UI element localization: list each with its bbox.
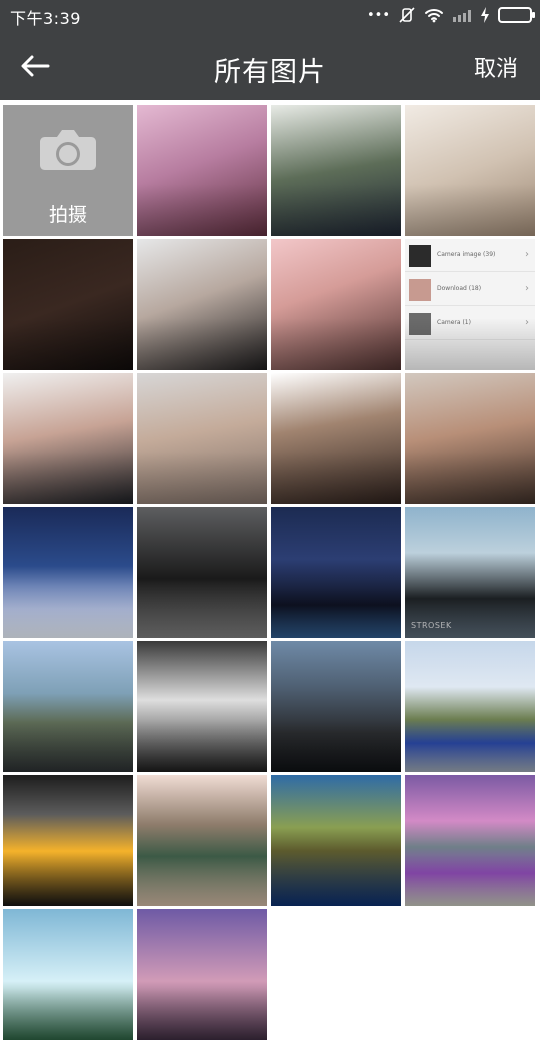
photo-tile[interactable] — [137, 641, 267, 772]
more-dots-icon: ••• — [366, 7, 390, 23]
photo-tile[interactable] — [405, 775, 535, 906]
screenshot-folder-row: Camera image (39) › — [405, 241, 535, 272]
photo-tile[interactable] — [271, 239, 401, 370]
screenshot-folder-thumbnail — [409, 245, 431, 267]
chevron-right-icon: › — [525, 249, 529, 260]
camera-capture-tile[interactable]: 拍摄 — [3, 105, 133, 236]
photo-tile[interactable] — [137, 507, 267, 638]
photo-tile[interactable] — [137, 373, 267, 504]
screenshot-folder-row: Camera (1) › — [405, 309, 535, 340]
status-bar: 下午3:39 ••• — [0, 0, 540, 30]
photo-tile[interactable]: STROSEK — [405, 507, 535, 638]
photo-tile[interactable] — [3, 909, 133, 1040]
screenshot-folder-row: Download (18) › — [405, 275, 535, 306]
page-title: 所有图片 — [214, 57, 326, 88]
image-grid: 拍摄 Camera image (39) › Download (18) › C… — [3, 105, 537, 1040]
chevron-right-icon: › — [525, 317, 529, 328]
chevron-right-icon: › — [525, 283, 529, 294]
photo-tile[interactable] — [3, 775, 133, 906]
battery-icon — [498, 7, 535, 23]
photo-tile[interactable] — [3, 641, 133, 772]
photo-tile[interactable] — [405, 105, 535, 236]
signal-icon — [452, 7, 472, 23]
status-time: 下午3:39 — [10, 9, 81, 28]
photo-tile[interactable] — [3, 373, 133, 504]
wifi-icon — [424, 7, 444, 23]
camera-icon — [40, 130, 96, 170]
photo-tile[interactable] — [271, 641, 401, 772]
photo-tile-screenshot[interactable]: Camera image (39) › Download (18) › Came… — [405, 239, 535, 370]
photo-tile[interactable] — [271, 373, 401, 504]
screenshot-folder-thumbnail — [409, 279, 431, 301]
screenshot-folder-label: Camera (1) — [437, 319, 471, 326]
top-nav-bar: 所有图片 取消 — [0, 30, 540, 100]
photo-tile[interactable] — [137, 775, 267, 906]
photo-tile[interactable] — [271, 775, 401, 906]
photo-tile[interactable] — [137, 105, 267, 236]
photo-tile[interactable] — [137, 909, 267, 1040]
photo-tile[interactable] — [405, 641, 535, 772]
photo-tile[interactable] — [3, 507, 133, 638]
screenshot-folder-label: Download (18) — [437, 285, 482, 292]
screenshot-folder-thumbnail — [409, 313, 431, 335]
screenshot-folder-label: Camera image (39) — [437, 251, 496, 258]
photo-tile[interactable] — [271, 105, 401, 236]
car-plate-text: STROSEK — [411, 621, 452, 630]
photo-tile[interactable] — [405, 373, 535, 504]
photo-tile[interactable] — [271, 507, 401, 638]
camera-capture-label: 拍摄 — [48, 204, 87, 226]
muted-vibrate-icon — [398, 6, 416, 24]
charging-bolt-icon — [480, 7, 490, 23]
photo-tile[interactable] — [137, 239, 267, 370]
photo-tile[interactable] — [3, 239, 133, 370]
cancel-button[interactable]: 取消 — [474, 51, 518, 83]
status-icons: ••• — [366, 5, 535, 25]
screenshot-folder-list: Camera image (39) › Download (18) › Came… — [405, 239, 535, 370]
